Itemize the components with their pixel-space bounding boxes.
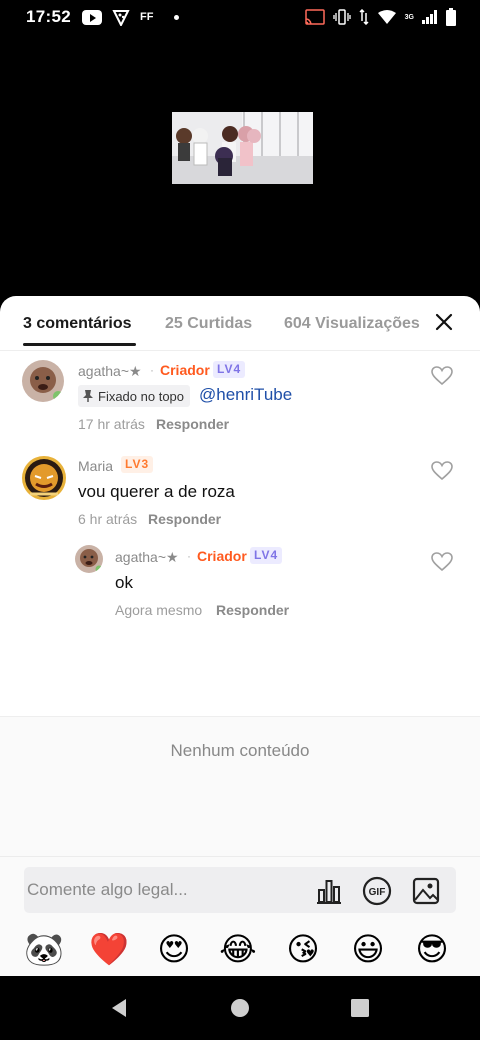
image-icon[interactable]	[411, 876, 441, 906]
tab-comments[interactable]: 3 comentários	[23, 315, 131, 333]
more-notifications-dot-icon	[174, 14, 179, 20]
emoji-sticker-button[interactable]: 🐼	[24, 929, 64, 969]
vibrate-icon	[333, 9, 351, 25]
sheet-tabs: 3 comentários 25 Curtidas 604 Visualizaç…	[0, 296, 480, 350]
system-icons: 3G	[304, 8, 456, 26]
emoji-kiss-button[interactable]: 😘	[283, 929, 323, 969]
emoji-heart-button[interactable]: ❤️	[89, 929, 129, 969]
svg-text:GIF: GIF	[369, 887, 386, 898]
comment-time: 17 hr atrás	[78, 416, 145, 432]
comment-composer: Comente algo legal... GIF 🐼 ❤️ 😍 😂 😘 😃 😎	[0, 856, 480, 976]
avatar[interactable]	[22, 456, 66, 500]
comment-input[interactable]: Comente algo legal... GIF	[24, 867, 456, 913]
comment-username[interactable]: agatha~★	[115, 549, 179, 566]
pizza-icon	[112, 10, 130, 26]
pinned-badge: Fixado no topo	[78, 385, 191, 407]
comment-username[interactable]: agatha~★	[78, 363, 142, 380]
status-bar: 17:52 FF 3G	[0, 0, 480, 36]
emoji-smile-button[interactable]: 😃	[348, 929, 388, 969]
separator-dot: ·	[187, 549, 191, 563]
gif-icon[interactable]: GIF	[362, 876, 392, 906]
cast-icon	[304, 9, 325, 25]
notification-icons: FF	[82, 8, 179, 26]
back-icon[interactable]	[107, 996, 131, 1020]
signal-icon	[422, 10, 437, 24]
network-type-label: 3G	[404, 13, 414, 21]
youtube-icon	[82, 9, 102, 25]
emoji-sunglasses-button[interactable]: 😎	[412, 929, 452, 969]
mention-link[interactable]: @henriTube	[199, 385, 292, 405]
level-badge: LV3	[121, 456, 154, 473]
status-time: 17:52	[26, 7, 71, 26]
empty-state: Nenhum conteúdo	[0, 716, 480, 856]
reply-button[interactable]: Responder	[156, 416, 229, 432]
recents-icon[interactable]	[348, 996, 372, 1020]
creator-tag: Criador	[160, 362, 210, 378]
pin-icon	[83, 390, 93, 402]
level-badge: LV4	[213, 361, 246, 378]
heart-icon[interactable]	[431, 366, 453, 386]
empty-state-text: Nenhum conteúdo	[170, 741, 310, 760]
poll-icon[interactable]	[314, 876, 344, 906]
comment-input-placeholder: Comente algo legal...	[27, 880, 188, 899]
tab-likes[interactable]: 25 Curtidas	[165, 315, 252, 333]
comment-username[interactable]: Maria	[78, 458, 113, 474]
video-frame-image	[172, 112, 313, 184]
tabs-divider	[0, 350, 480, 351]
active-tab-indicator	[23, 343, 136, 346]
video-player[interactable]	[0, 36, 480, 298]
comment-text: vou querer a de roza	[78, 482, 235, 501]
heart-icon[interactable]	[431, 552, 453, 572]
avatar[interactable]	[22, 360, 64, 402]
emoji-heart-eyes-button[interactable]: 😍	[154, 929, 194, 969]
comment-text: ok	[115, 573, 133, 592]
creator-tag: Criador	[197, 548, 247, 564]
quick-emoji-bar: 🐼 ❤️ 😍 😂 😘 😃 😎	[0, 929, 480, 973]
wifi-icon	[377, 10, 396, 24]
video-thumbnail[interactable]	[172, 112, 313, 184]
heart-icon[interactable]	[431, 461, 453, 481]
separator-dot: ·	[150, 363, 154, 377]
tab-views[interactable]: 604 Visualizações	[284, 315, 420, 333]
battery-icon	[446, 8, 456, 26]
data-arrows-icon	[359, 9, 369, 25]
reply-button[interactable]: Responder	[216, 602, 289, 618]
reply-button[interactable]: Responder	[148, 511, 221, 527]
comments-sheet: 3 comentários 25 Curtidas 604 Visualizaç…	[0, 296, 480, 976]
level-badge: LV4	[250, 547, 283, 564]
pinned-label: Fixado no topo	[98, 388, 185, 404]
close-icon[interactable]	[434, 312, 454, 332]
system-navigation-bar	[0, 976, 480, 1040]
home-icon[interactable]	[228, 996, 252, 1020]
emoji-laughing-button[interactable]: 😂	[218, 929, 258, 969]
ff-icon: FF	[140, 11, 154, 23]
comment-time: Agora mesmo	[115, 602, 203, 618]
avatar[interactable]	[75, 545, 103, 573]
comment-time: 6 hr atrás	[78, 511, 138, 527]
